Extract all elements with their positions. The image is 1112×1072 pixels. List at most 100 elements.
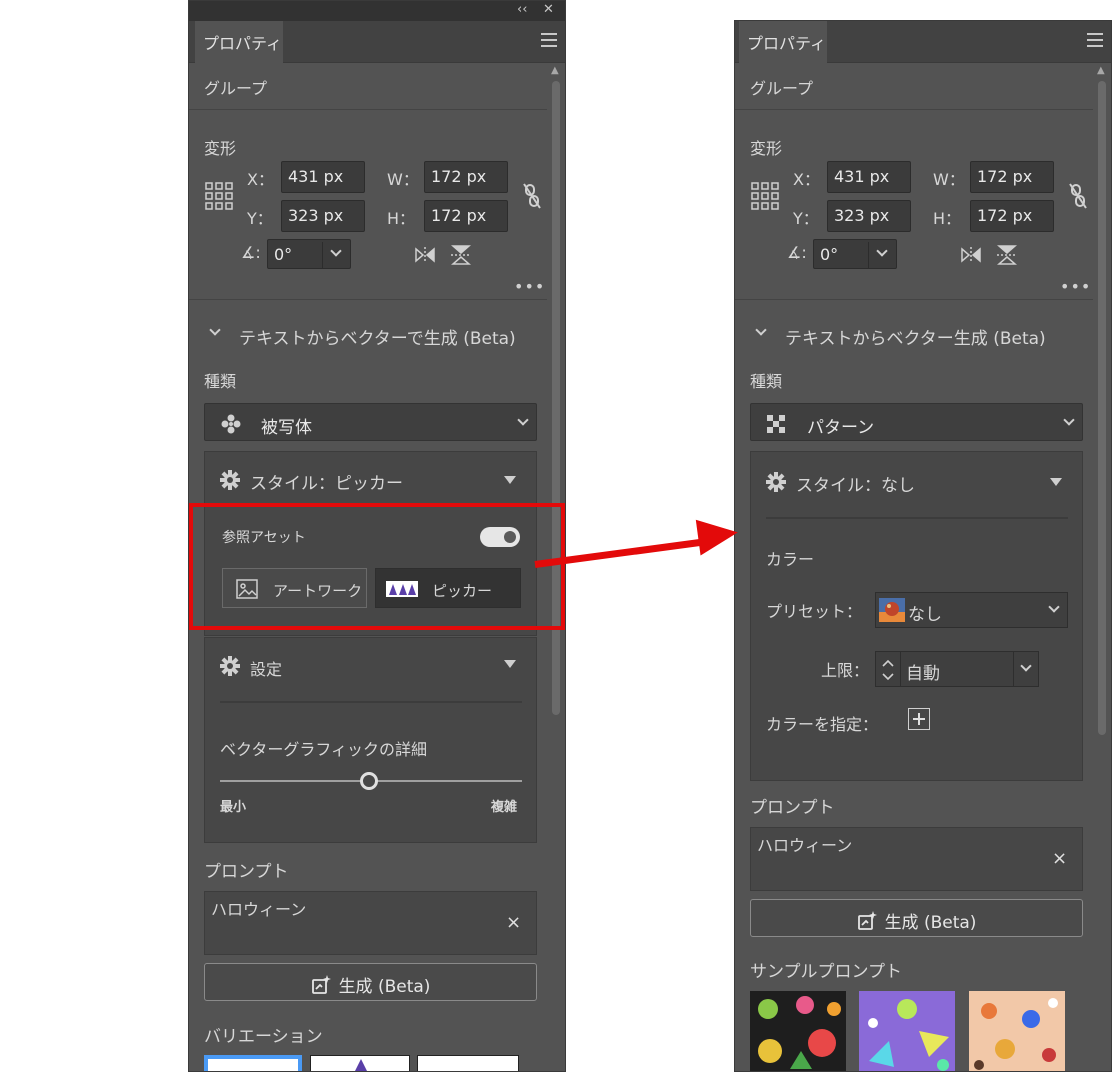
x-input[interactable]: 431 px — [281, 161, 365, 193]
expand-triangle-icon[interactable] — [504, 476, 516, 484]
angle-icon: ∡: — [241, 243, 261, 262]
add-color-button[interactable] — [908, 708, 930, 730]
panel-menu-icon[interactable] — [541, 33, 557, 47]
generate-button[interactable]: 生成 (Beta) — [750, 899, 1083, 937]
generate-sparkle-icon — [857, 911, 877, 930]
stepper-arrows-icon[interactable] — [880, 656, 896, 684]
angle-dropdown[interactable]: 0° — [267, 239, 351, 269]
close-button[interactable]: ✕ — [543, 2, 554, 17]
more-options-icon[interactable]: ••• — [514, 277, 545, 296]
angle-icon: ∡: — [787, 243, 807, 262]
w-label: W： — [933, 170, 965, 189]
prompt-input[interactable]: ハロウィーン × — [204, 891, 537, 955]
panel-titlebar: ‹‹ ✕ — [189, 1, 565, 21]
slider-max-label: 複雑 — [491, 800, 518, 815]
x-input[interactable]: 431 px — [827, 161, 911, 193]
preset-thumbnail-icon — [879, 598, 905, 622]
scrollbar[interactable]: ▲ — [1095, 65, 1109, 1065]
more-options-icon[interactable]: ••• — [1060, 277, 1091, 296]
sample-prompts-label: サンプルプロンプト — [750, 962, 902, 982]
collapse-button[interactable]: ‹‹ — [517, 2, 527, 17]
clear-prompt-button[interactable]: × — [506, 912, 521, 933]
gear-icon — [766, 472, 786, 492]
section-title-text-to-vector[interactable]: テキストからベクター生成 (Beta) — [785, 324, 1046, 349]
collapse-chevron-icon[interactable] — [209, 324, 221, 336]
variation-thumbnail[interactable] — [310, 1055, 410, 1071]
settings-box: 設定 ベクターグラフィックの詳細 最小 複雑 — [204, 637, 537, 843]
chevron-down-icon — [1048, 601, 1060, 613]
prompt-label: プロンプト — [204, 862, 289, 882]
reference-point-icon[interactable] — [204, 181, 234, 211]
limit-stepper[interactable]: 自動 — [875, 651, 1039, 687]
tab-bar: プロパティ — [189, 21, 565, 63]
generate-sparkle-icon — [311, 975, 331, 994]
type-label: 種類 — [204, 372, 237, 391]
chevron-down-icon — [330, 245, 342, 257]
angle-dropdown[interactable]: 0° — [813, 239, 897, 269]
w-input[interactable]: 172 px — [424, 161, 508, 193]
tab-bar: プロパティ — [735, 21, 1111, 63]
reference-point-icon[interactable] — [750, 181, 780, 211]
properties-panel-right: プロパティ ▲ グループ 変形 X： 431 px Y： 323 px W： 1… — [734, 20, 1112, 1072]
gear-icon — [220, 656, 240, 676]
scroll-up-icon[interactable]: ▲ — [1097, 65, 1105, 76]
variation-thumbnail[interactable] — [417, 1055, 519, 1071]
section-title-text-to-vector[interactable]: テキストからベクターで生成 (Beta) — [239, 324, 516, 349]
h-label: H： — [387, 209, 416, 228]
y-label: Y： — [793, 209, 819, 228]
limit-label: 上限： — [821, 661, 870, 680]
collapse-chevron-icon[interactable] — [755, 324, 767, 336]
chevron-down-icon — [1063, 414, 1075, 426]
h-input[interactable]: 172 px — [970, 200, 1054, 232]
style-label[interactable]: スタイル：ピッカー — [250, 469, 403, 494]
transform-title: 変形 — [750, 139, 783, 158]
flip-vertical-icon[interactable] — [995, 243, 1019, 267]
type-label: 種類 — [750, 372, 783, 391]
prompt-input[interactable]: ハロウィーン × — [750, 827, 1083, 891]
w-input[interactable]: 172 px — [970, 161, 1054, 193]
style-label[interactable]: スタイル：なし — [796, 471, 915, 496]
expand-triangle-icon[interactable] — [504, 660, 516, 668]
sample-prompt-fruit-thumbnail[interactable] — [750, 991, 846, 1072]
selection-type: グループ — [750, 79, 814, 98]
variation-preview-image — [355, 1059, 367, 1071]
sample-prompt-floral-thumbnail[interactable] — [969, 991, 1065, 1072]
subject-icon — [221, 414, 241, 434]
sample-prompt-geometric-thumbnail[interactable] — [859, 991, 955, 1072]
slider-min-label: 最小 — [220, 800, 247, 815]
tab-properties[interactable]: プロパティ — [739, 21, 827, 63]
chevron-down-icon — [1020, 660, 1032, 672]
settings-label[interactable]: 設定 — [250, 656, 282, 680]
generate-button[interactable]: 生成 (Beta) — [204, 963, 537, 1001]
flip-vertical-icon[interactable] — [449, 243, 473, 267]
y-input[interactable]: 323 px — [827, 200, 911, 232]
h-label: H： — [933, 209, 962, 228]
y-input[interactable]: 323 px — [281, 200, 365, 232]
link-proportions-icon[interactable] — [521, 181, 543, 211]
expand-triangle-icon[interactable] — [1050, 478, 1062, 486]
chevron-down-icon — [876, 245, 888, 257]
preset-label: プリセット： — [766, 602, 863, 621]
chevron-down-icon — [517, 414, 529, 426]
type-dropdown[interactable]: 被写体 — [204, 403, 537, 441]
x-label: X： — [793, 170, 820, 189]
flip-horizontal-icon[interactable] — [413, 245, 437, 265]
link-proportions-icon[interactable] — [1067, 181, 1089, 211]
vector-detail-label: ベクターグラフィックの詳細 — [220, 740, 428, 759]
annotation-arrow-head — [695, 514, 741, 556]
clear-prompt-button[interactable]: × — [1052, 848, 1067, 869]
selection-type: グループ — [204, 79, 268, 98]
panel-menu-icon[interactable] — [1087, 33, 1103, 47]
detail-slider-handle[interactable] — [360, 772, 378, 790]
h-input[interactable]: 172 px — [424, 200, 508, 232]
scroll-thumb[interactable] — [1098, 81, 1106, 735]
variation-thumbnail[interactable] — [204, 1055, 302, 1071]
prompt-label: プロンプト — [750, 798, 835, 818]
type-dropdown[interactable]: パターン — [750, 403, 1083, 441]
preset-dropdown[interactable]: なし — [875, 592, 1068, 628]
specify-color-label: カラーを指定： — [766, 715, 879, 734]
tab-properties[interactable]: プロパティ — [195, 21, 283, 63]
transform-title: 変形 — [204, 139, 237, 158]
flip-horizontal-icon[interactable] — [959, 245, 983, 265]
scroll-up-icon[interactable]: ▲ — [551, 65, 559, 76]
